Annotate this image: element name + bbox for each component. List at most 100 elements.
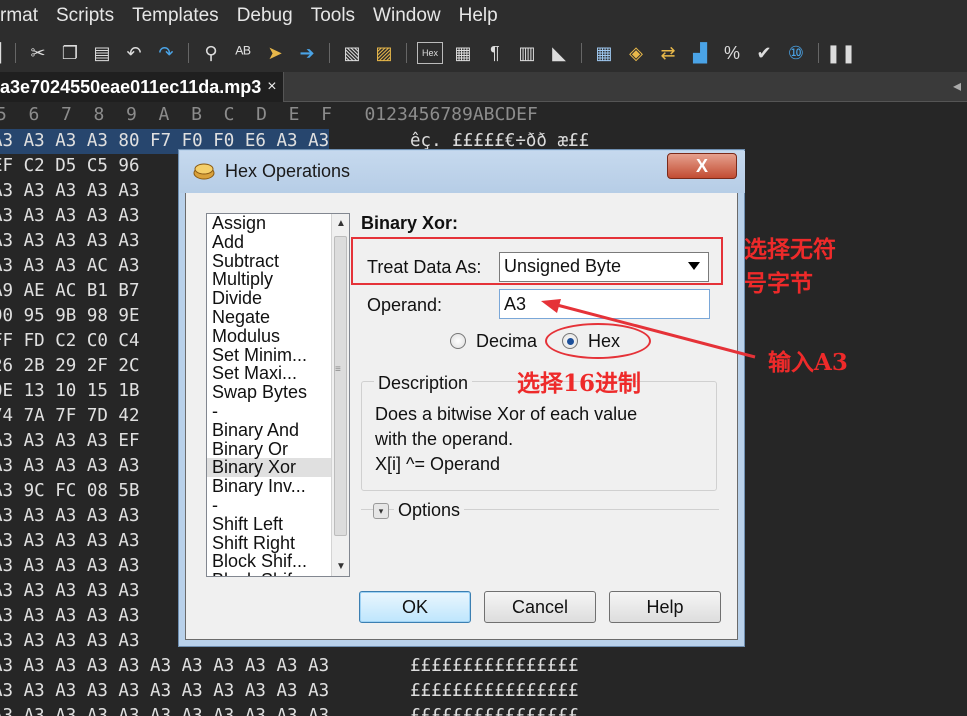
operation-list-item[interactable]: Divide <box>207 289 349 308</box>
operation-list-item[interactable]: Set Maxi... <box>207 364 349 383</box>
checksum-icon[interactable]: ✔ <box>751 40 777 66</box>
hex-row-bytes[interactable]: 90 95 9B 98 9E <box>0 304 140 329</box>
scissors-icon[interactable]: ✂ <box>25 40 51 66</box>
hex-row-bytes[interactable]: A3 A3 A3 A3 A3 <box>0 529 140 554</box>
ok-button[interactable]: OK <box>359 591 471 623</box>
close-icon[interactable]: × <box>267 78 276 96</box>
operation-list-item[interactable]: Add <box>207 233 349 252</box>
menu-templates[interactable]: Templates <box>123 5 228 27</box>
hex-row-bytes[interactable]: A3 A3 A3 A3 A3 A3 A3 A3 A3 A3 A3 <box>0 679 329 704</box>
hex-row-bytes[interactable]: A3 A3 A3 A3 A3 <box>0 604 140 629</box>
eraser-icon[interactable]: ◣ <box>546 40 572 66</box>
operation-list-item[interactable]: Multiply <box>207 270 349 289</box>
tab-file[interactable]: a3e7024550eae011ec11da.mp3 × <box>0 72 284 102</box>
hex-row-bytes[interactable]: A3 A3 A3 A3 A3 <box>0 629 140 654</box>
hex-row[interactable]: A3 A3 A3 A3 A3 A3 A3 A3 A3 A3 A3 ££££££££… <box>0 654 967 679</box>
find-icon[interactable]: ⚲ <box>198 40 224 66</box>
operation-list-item[interactable]: Block Shif <box>207 571 349 576</box>
copy-icon[interactable]: ❐ <box>57 40 83 66</box>
base-convert-icon[interactable]: ⑩ <box>783 40 809 66</box>
hex-row-bytes[interactable]: A3 A3 A3 A3 A3 <box>0 554 140 579</box>
hex-row-bytes[interactable]: A3 A3 A3 A3 A3 A3 A3 A3 A3 A3 A3 <box>0 704 329 716</box>
hex-row-bytes[interactable]: A3 A3 A3 A3 A3 A3 A3 A3 A3 A3 A3 <box>0 654 329 679</box>
hex-row[interactable]: A3 A3 A3 A3 A3 A3 A3 A3 A3 A3 A3 ££££££££… <box>0 679 967 704</box>
menu-debug[interactable]: Debug <box>228 5 302 27</box>
bookmark-list-icon[interactable]: ▨ <box>371 40 397 66</box>
radio-decimal[interactable] <box>450 333 466 349</box>
scroll-up-icon[interactable]: ▲ <box>336 218 346 229</box>
hex-row-ascii[interactable]: ££££££££££££££££ <box>410 704 579 716</box>
chevron-left-icon[interactable]: ◂ <box>953 76 961 96</box>
split-icon[interactable]: ▥ <box>514 40 540 66</box>
scroll-thumb[interactable] <box>334 236 347 536</box>
list-scrollbar[interactable]: ▲ ≡ ▼ <box>331 214 349 576</box>
operation-list-item[interactable]: Block Shif... <box>207 552 349 571</box>
menu-tools[interactable]: Tools <box>302 5 364 27</box>
operation-list[interactable]: Assign Add Subtract Multiply Divide Negate Mod… <box>206 213 350 577</box>
operation-list-item[interactable]: Binary Xor <box>207 458 349 478</box>
hex-row-bytes[interactable]: 26 2B 29 2F 2C <box>0 354 140 379</box>
operation-list-item[interactable]: Swap Bytes <box>207 383 349 402</box>
swap-icon[interactable]: ⇄ <box>655 40 681 66</box>
hex-row-bytes[interactable]: A3 A3 A3 AC A3 <box>0 254 140 279</box>
operation-list-item[interactable]: - <box>207 402 349 421</box>
options-label[interactable]: Options <box>394 500 465 521</box>
bookmark-icon[interactable]: ▧ <box>339 40 365 66</box>
hex-row-bytes[interactable]: A3 A3 A3 A3 A3 <box>0 229 140 254</box>
operation-list-item[interactable]: Shift Left <box>207 515 349 534</box>
operation-list-item[interactable]: - <box>207 496 349 515</box>
hex-row[interactable]: A3 A3 A3 A3 A3 A3 A3 A3 A3 A3 A3 ££££££££… <box>0 704 967 716</box>
operation-list-item[interactable]: Binary And <box>207 421 349 440</box>
operation-list-item[interactable]: Negate <box>207 308 349 327</box>
menu-format[interactable]: rmat <box>0 5 47 27</box>
help-button[interactable]: Help <box>609 591 721 623</box>
paragraph-icon[interactable]: ¶ <box>482 40 508 66</box>
hex-row-bytes[interactable]: A3 A3 A3 A3 EF <box>0 429 140 454</box>
cancel-button[interactable]: Cancel <box>484 591 596 623</box>
operation-list-item[interactable]: Subtract <box>207 252 349 271</box>
hex-mode-icon[interactable]: Hex <box>417 42 443 64</box>
menu-scripts[interactable]: Scripts <box>47 5 123 27</box>
jump-arrow-icon[interactable]: ➔ <box>294 40 320 66</box>
hex-row-bytes[interactable]: A3 A3 A3 A3 A3 <box>0 204 140 229</box>
operation-list-item[interactable]: Binary Inv... <box>207 477 349 496</box>
redo-icon[interactable]: ↷ <box>153 40 179 66</box>
hex-row-bytes[interactable]: A3 9C FC 08 5B <box>0 479 140 504</box>
calculator-icon[interactable]: ▦ <box>591 40 617 66</box>
hex-row-bytes[interactable]: 0E 13 10 15 1B <box>0 379 140 404</box>
histogram-icon[interactable]: ▟ <box>687 40 713 66</box>
paste-icon[interactable]: ▤ <box>89 40 115 66</box>
menu-window[interactable]: Window <box>364 5 450 27</box>
hex-row-bytes[interactable]: FF FD C2 C0 C4 <box>0 329 140 354</box>
hex-row-bytes[interactable]: A3 A3 A3 A3 A3 <box>0 454 140 479</box>
hex-row-bytes[interactable]: 74 7A 7F 7D 42 <box>0 404 140 429</box>
hex-row-bytes[interactable]: A3 A3 A3 A3 A3 <box>0 504 140 529</box>
undo-icon[interactable]: ↶ <box>121 40 147 66</box>
operation-list-item[interactable]: Modulus <box>207 327 349 346</box>
percent-icon[interactable]: % <box>719 40 745 66</box>
hex-row-bytes[interactable]: A3 A3 A3 A3 A3 <box>0 179 140 204</box>
find-replace-icon[interactable]: ᴬᴮ <box>230 40 256 66</box>
hex-row-bytes[interactable]: A3 A3 A3 A3 A3 <box>0 579 140 604</box>
hex-row-ascii[interactable]: ££££££££££££££££ <box>410 679 579 704</box>
operation-list-item[interactable]: Set Minim... <box>207 346 349 365</box>
menu-help[interactable]: Help <box>450 5 507 27</box>
goto-icon[interactable]: ➤ <box>262 40 288 66</box>
radio-decimal-label[interactable]: Decima <box>476 331 537 352</box>
hex-row-ascii[interactable]: ££££££££££££££££ <box>410 654 579 679</box>
scroll-down-icon[interactable]: ▼ <box>336 561 346 572</box>
pause-icon[interactable]: ❚❚ <box>826 40 856 66</box>
options-toggle-icon[interactable]: ▾ <box>373 503 389 519</box>
dialog-titlebar[interactable]: Hex Operations X <box>180 151 745 193</box>
dialog-close-button[interactable]: X <box>667 153 737 179</box>
hex-row-bytes[interactable]: A9 AE AC B1 B7 <box>0 279 140 304</box>
annotation-treat-line1: 选择无符 <box>744 236 836 263</box>
description-line: with the operand. <box>375 429 514 449</box>
hex-row-bytes[interactable]: EF C2 D5 C5 96 <box>0 154 140 179</box>
partial-icon[interactable]: ▍ <box>0 40 10 66</box>
compare-icon[interactable]: ◈ <box>623 40 649 66</box>
columns-icon[interactable]: ▦ <box>450 40 476 66</box>
operation-list-item[interactable]: Shift Right <box>207 534 349 553</box>
operation-list-item[interactable]: Binary Or <box>207 440 349 459</box>
operation-list-item[interactable]: Assign <box>207 214 349 233</box>
